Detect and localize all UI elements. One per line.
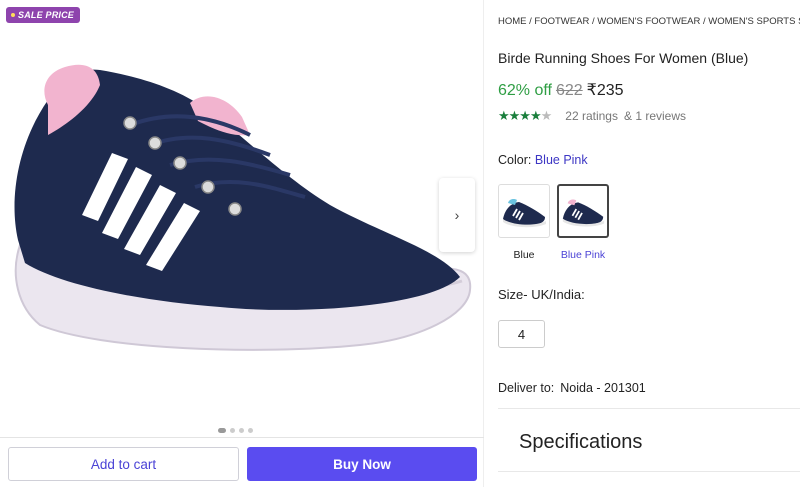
star-rating-icon: ★★★★★ [498, 108, 552, 123]
color-swatch-blue[interactable] [498, 184, 550, 238]
gallery-dot[interactable] [218, 428, 226, 433]
sale-badge: SALE PRICE [6, 7, 81, 23]
gallery-dot[interactable] [239, 428, 244, 433]
specifications-title: Specifications [519, 431, 643, 453]
delivery-row: Deliver to: Noida - 201301 [498, 381, 646, 395]
product-image[interactable] [0, 45, 484, 395]
swatch-label-blue: Blue [513, 249, 535, 261]
shoe-image [14, 64, 472, 351]
buy-now-button[interactable]: Buy Now [247, 447, 477, 481]
discount-label: 62% off [498, 82, 552, 99]
action-bar: Add to cart Buy Now [0, 437, 484, 487]
sale-badge-label: SALE PRICE [18, 10, 75, 20]
gallery-dot[interactable] [248, 428, 253, 433]
specifications-section[interactable]: Specifications [498, 408, 800, 472]
selected-color: Blue Pink [534, 153, 588, 167]
add-to-cart-button[interactable]: Add to cart [8, 447, 239, 481]
gallery-dots [218, 428, 253, 433]
current-price: ₹235 [586, 82, 624, 99]
color-swatch-blue-pink[interactable] [557, 184, 609, 238]
gallery-dot[interactable] [230, 428, 235, 433]
mrp-price: 622 [555, 82, 583, 99]
next-image-button[interactable]: › [439, 178, 475, 252]
delivery-location[interactable]: Noida - 201301 [560, 381, 645, 395]
ratings-count[interactable]: 22 ratings [565, 109, 618, 123]
shoe-thumbnail [562, 199, 605, 227]
color-label: Color: [498, 153, 532, 167]
size-option[interactable]: 4 [498, 320, 545, 348]
reviews-count[interactable]: & 1 reviews [624, 109, 686, 123]
price-row: 62% off 622 ₹235 [498, 80, 624, 100]
color-label-row: Color: Blue Pink [498, 153, 588, 167]
product-title: Birde Running Shoes For Women (Blue) [498, 50, 749, 66]
product-gallery: SALE PRICE › Add to cart Buy Now [0, 0, 484, 487]
breadcrumb[interactable]: HOME / FOOTWEAR / WOMEN'S FOOTWEAR / WOM… [498, 16, 800, 27]
delivery-label: Deliver to: [498, 381, 555, 395]
swatch-label-blue-pink: Blue Pink [560, 249, 606, 261]
shoe-thumbnail [503, 199, 546, 228]
chevron-right-icon: › [454, 207, 460, 223]
size-label: Size- UK/India: [498, 287, 585, 302]
product-details: HOME / FOOTWEAR / WOMEN'S FOOTWEAR / WOM… [498, 0, 800, 487]
rating-row: ★★★★★ 22 ratings & 1 reviews [498, 108, 686, 124]
